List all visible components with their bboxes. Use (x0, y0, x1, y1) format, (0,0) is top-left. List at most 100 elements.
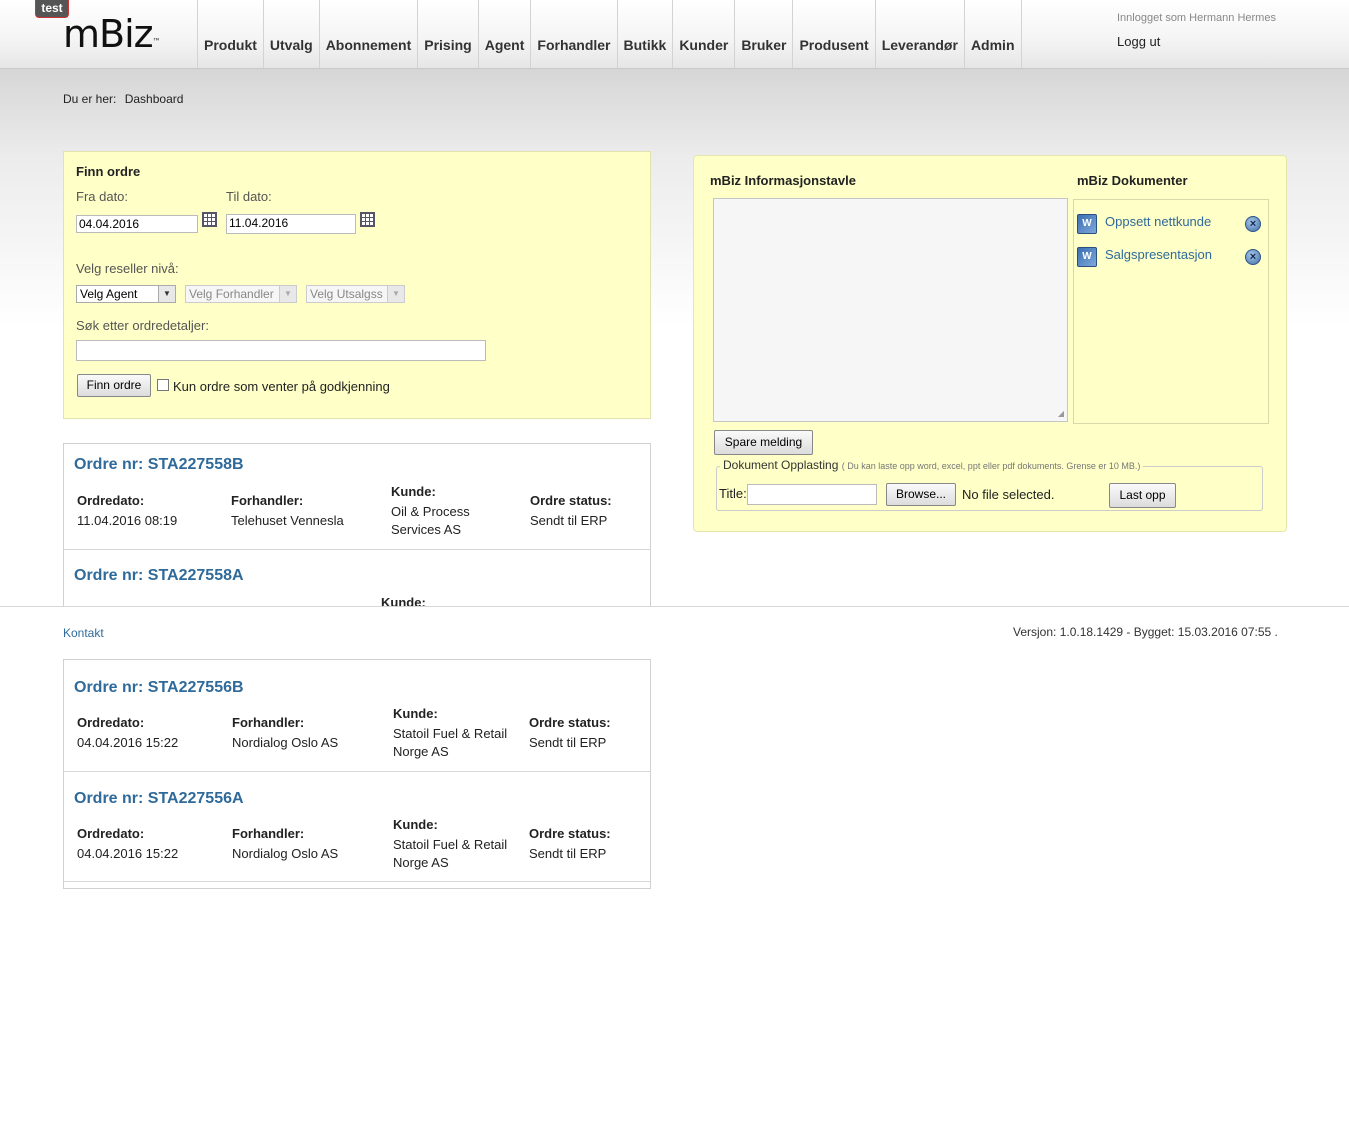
pending-approval-checkbox[interactable] (157, 379, 169, 391)
order-status-header: Ordre status: (530, 493, 612, 508)
document-item[interactable]: W Salgspresentasjon × (1077, 245, 1263, 269)
order-status: Sendt til ERP (529, 735, 607, 750)
dealer-name: Nordialog Oslo AS (232, 735, 339, 750)
nav-forhandler[interactable]: Forhandler (530, 0, 616, 68)
logged-in-user: Innlogget som Hermann Hermes (1117, 12, 1276, 24)
find-order-button[interactable]: Finn ordre (77, 374, 151, 397)
to-date-label: Til dato: (226, 189, 272, 204)
order-status: Sendt til ERP (530, 513, 608, 528)
word-document-icon: W (1077, 214, 1097, 234)
search-details-label: Søk etter ordredetaljer: (76, 318, 209, 333)
customer-name: Statoil Fuel & Retail Norge AS (393, 837, 508, 870)
order-status-header: Ordre status: (529, 715, 611, 730)
order-number[interactable]: Ordre nr: STA227556B (74, 679, 244, 697)
dealer-header: Forhandler: (231, 493, 304, 508)
breadcrumb: Du er her: Dashboard (63, 92, 183, 106)
order-list: Ordre nr: STA227556B Ordredato: 04.04.20… (63, 659, 651, 889)
calendar-icon[interactable] (360, 212, 375, 227)
browse-button[interactable]: Browse... (886, 483, 956, 506)
no-file-selected-text: No file selected. (962, 487, 1055, 502)
order-status-header: Ordre status: (529, 826, 611, 841)
upload-hint: ( Du kan laste opp word, excel, ppt elle… (841, 461, 1141, 471)
order-date: 04.04.2016 15:22 (77, 846, 179, 861)
delete-icon[interactable]: × (1245, 216, 1261, 232)
order-number[interactable]: Ordre nr: STA227556A (74, 790, 244, 808)
order-number[interactable]: Ordre nr: STA227558B (74, 456, 244, 474)
order-date-header: Ordredato: (77, 826, 145, 841)
find-order-title: Finn ordre (76, 164, 141, 179)
word-document-icon: W (1077, 247, 1097, 267)
order-number[interactable]: Ordre nr: STA227558A (74, 567, 244, 585)
order-date: 11.04.2016 08:19 (77, 513, 178, 528)
order-item[interactable]: Ordre nr: STA227556B Ordredato: 04.04.20… (64, 660, 650, 772)
nav-admin[interactable]: Admin (963, 0, 1022, 68)
mbiz-logo[interactable]: mBiz™ (63, 14, 161, 54)
agent-select[interactable]: Velg Agent ▼ (76, 285, 176, 303)
to-date-input[interactable]: 11.04.2016 (226, 214, 356, 234)
info-board-title: mBiz Informasjonstavle (710, 173, 856, 188)
calendar-icon[interactable] (202, 212, 217, 227)
breadcrumb-label: Du er her: (63, 92, 117, 106)
document-upload-fieldset: Dokument Opplasting ( Du kan laste opp w… (716, 458, 1263, 511)
upload-button[interactable]: Last opp (1109, 483, 1176, 508)
chevron-down-icon: ▼ (279, 286, 296, 302)
footer-divider (0, 606, 1349, 607)
chevron-down-icon: ▼ (158, 286, 175, 302)
chevron-down-icon: ▼ (387, 286, 404, 302)
dealer-header: Forhandler: (232, 826, 305, 841)
order-list: Ordre nr: STA227558B Ordredato: 11.04.20… (63, 443, 651, 607)
document-link[interactable]: Salgspresentasjon (1105, 247, 1212, 262)
resize-handle-icon[interactable]: ◢ (1058, 409, 1064, 418)
nav-prising[interactable]: Prising (417, 0, 477, 68)
order-date: 04.04.2016 15:22 (77, 735, 179, 750)
order-item[interactable]: Ordre nr: STA227556A Ordredato: 04.04.20… (64, 771, 650, 882)
contact-link[interactable]: Kontakt (63, 626, 104, 640)
upload-title-input[interactable] (747, 484, 877, 505)
dealer-header: Forhandler: (232, 715, 305, 730)
save-message-button[interactable]: Spare melding (714, 430, 813, 455)
customer-name: Statoil Fuel & Retail Norge AS (393, 726, 508, 759)
order-status: Sendt til ERP (529, 846, 607, 861)
upload-legend: Dokument Opplasting ( Du kan laste opp w… (720, 458, 1144, 472)
nav-utvalg[interactable]: Utvalg (262, 0, 319, 68)
message-textarea[interactable]: ◢ (713, 198, 1068, 422)
dealer-select[interactable]: Velg Forhandler ▼ (185, 285, 297, 303)
order-date-header: Ordredato: (77, 715, 145, 730)
reseller-level-label: Velg reseller nivå: (76, 261, 179, 276)
order-details-search-input[interactable] (76, 340, 486, 361)
customer-header: Kunde: (393, 706, 438, 721)
documents-title: mBiz Dokumenter (1077, 173, 1188, 188)
nav-bruker[interactable]: Bruker (734, 0, 792, 68)
nav-agent[interactable]: Agent (477, 0, 531, 68)
nav-abonnement[interactable]: Abonnement (318, 0, 418, 68)
nav-produsent[interactable]: Produsent (792, 0, 874, 68)
order-date-header: Ordredato: (77, 493, 145, 508)
breadcrumb-current[interactable]: Dashboard (125, 92, 184, 106)
logout-link[interactable]: Logg ut (1117, 34, 1160, 49)
from-date-input[interactable]: 04.04.2016 (76, 215, 198, 233)
customer-header: Kunde: (391, 484, 436, 499)
document-item[interactable]: W Oppsett nettkunde × (1077, 212, 1263, 236)
order-item[interactable]: Ordre nr: STA227558B Ordredato: 11.04.20… (64, 444, 650, 550)
nav-leverandor[interactable]: Leverandør (874, 0, 964, 68)
nav-kunder[interactable]: Kunder (672, 0, 734, 68)
main-nav: Produkt Utvalg Abonnement Prising Agent … (197, 0, 1022, 68)
customer-header: Kunde: (393, 817, 438, 832)
nav-produkt[interactable]: Produkt (197, 0, 263, 68)
find-order-panel: Finn ordre Fra dato: Til dato: 04.04.201… (63, 151, 651, 419)
nav-butikk[interactable]: Butikk (616, 0, 673, 68)
upload-title-label: Title: (719, 486, 747, 501)
info-board-panel: mBiz Informasjonstavle mBiz Dokumenter ◢… (693, 155, 1287, 532)
documents-list: W Oppsett nettkunde × W Salgspresentasjo… (1073, 199, 1269, 424)
from-date-label: Fra dato: (76, 189, 129, 204)
order-item[interactable]: Ordre nr: STA227558A Kunde: (64, 549, 650, 607)
dealer-name: Nordialog Oslo AS (232, 846, 339, 861)
dealer-name: Telehuset Vennesla (231, 513, 344, 528)
delete-icon[interactable]: × (1245, 249, 1261, 265)
document-link[interactable]: Oppsett nettkunde (1105, 214, 1211, 229)
customer-name: Oil & Process Services AS (391, 504, 470, 537)
pending-approval-label: Kun ordre som venter på godkjenning (173, 379, 390, 394)
outlet-select[interactable]: Velg Utsalgss ▼ (306, 285, 405, 303)
top-bar: test mBiz™ Produkt Utvalg Abonnement Pri… (0, 0, 1349, 69)
version-info: Versjon: 1.0.18.1429 - Bygget: 15.03.201… (1013, 625, 1278, 639)
